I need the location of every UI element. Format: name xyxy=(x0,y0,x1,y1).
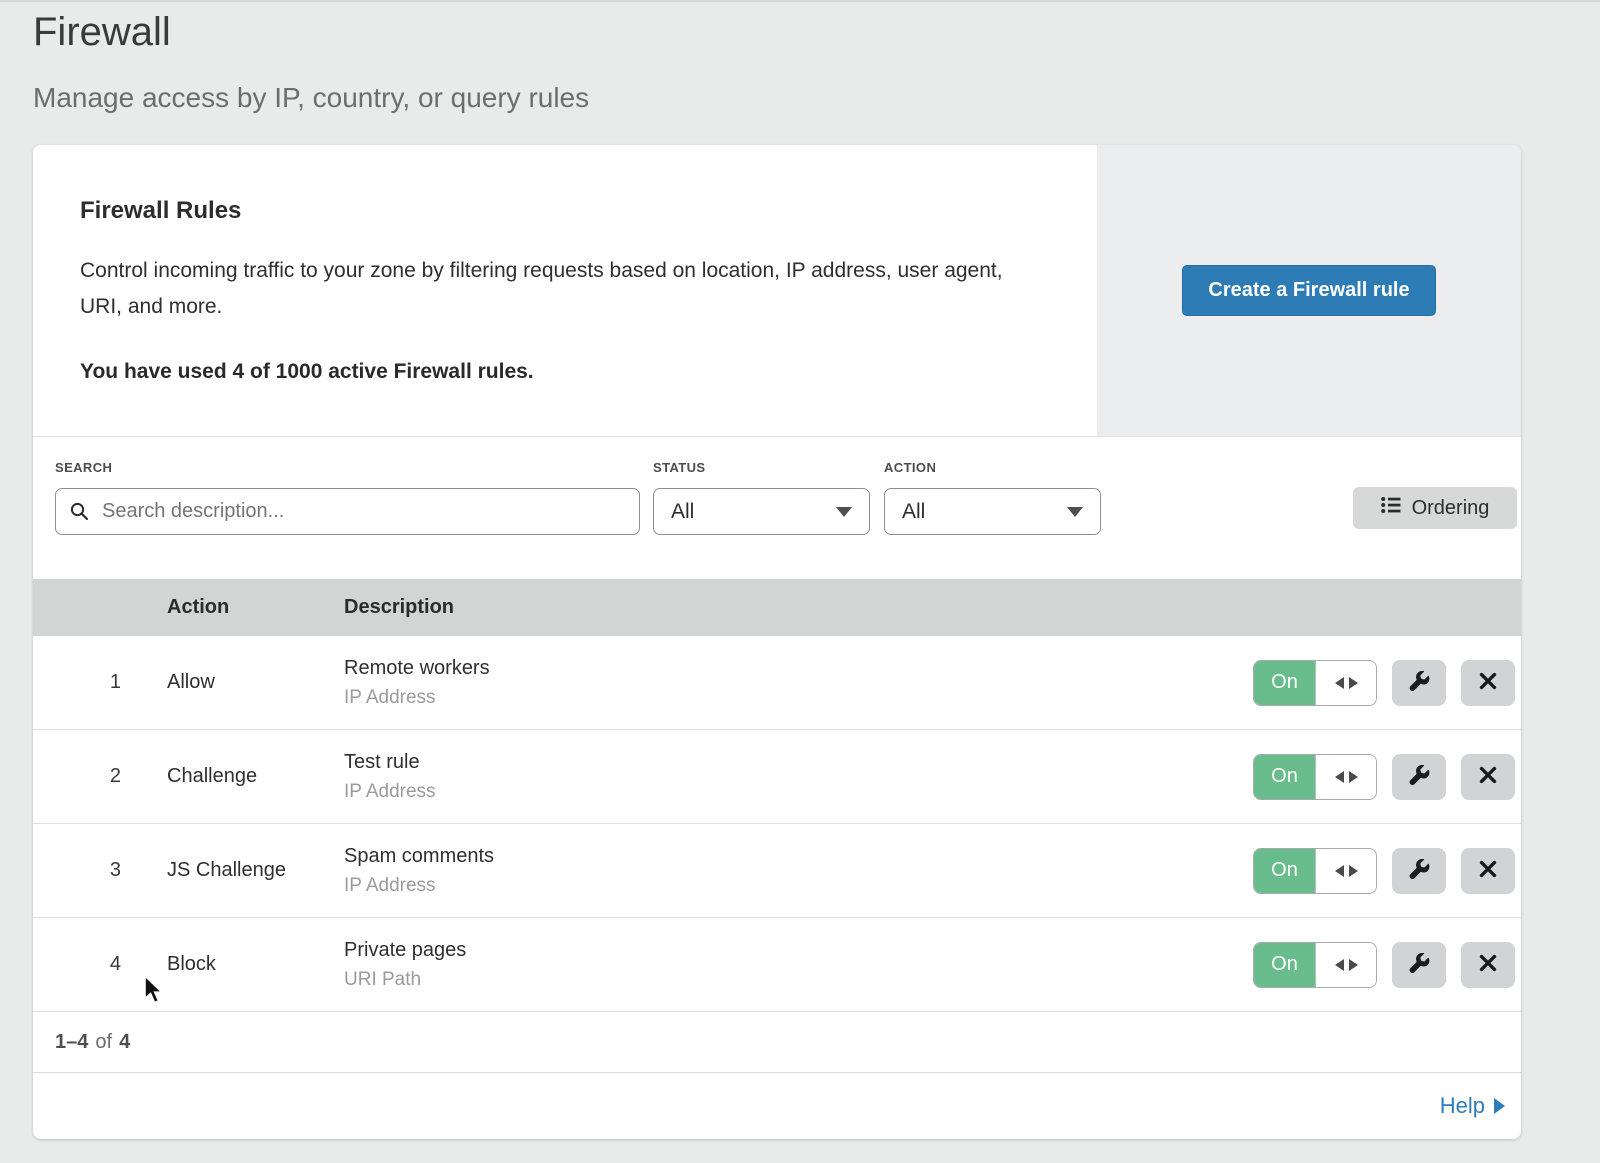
rule-match-type: IP Address xyxy=(344,875,1253,897)
wrench-icon xyxy=(1409,953,1430,977)
left-right-arrows-icon xyxy=(1315,661,1376,705)
toggle-on-label: On xyxy=(1254,755,1315,799)
status-label: STATUS xyxy=(653,460,870,475)
rule-description: Spam comments xyxy=(344,845,1253,868)
rule-description-cell: Private pages URI Path xyxy=(344,939,1253,991)
delete-rule-button[interactable] xyxy=(1461,942,1515,988)
edit-rule-button[interactable] xyxy=(1392,942,1446,988)
rule-controls: On xyxy=(1253,660,1521,706)
delete-rule-button[interactable] xyxy=(1461,754,1515,800)
section-heading: Firewall Rules xyxy=(80,197,1027,225)
firewall-rules-intro: Firewall Rules Control incoming traffic … xyxy=(33,145,1097,436)
rule-description-cell: Test rule IP Address xyxy=(344,751,1253,803)
status-filter-group: STATUS All xyxy=(653,460,870,535)
left-right-arrows-icon xyxy=(1315,943,1376,987)
delete-rule-button[interactable] xyxy=(1461,848,1515,894)
toggle-on-label: On xyxy=(1254,661,1315,705)
pagination: 1–4 of 4 xyxy=(33,1012,1521,1073)
search-label: SEARCH xyxy=(55,460,640,475)
action-selected-value: All xyxy=(902,500,925,524)
column-header-description: Description xyxy=(344,596,454,619)
rule-enabled-toggle[interactable]: On xyxy=(1253,754,1377,800)
edit-rule-button[interactable] xyxy=(1392,848,1446,894)
rule-priority: 3 xyxy=(33,859,121,882)
status-select[interactable]: All xyxy=(653,488,870,535)
x-icon xyxy=(1479,860,1497,881)
x-icon xyxy=(1479,954,1497,975)
rule-enabled-toggle[interactable]: On xyxy=(1253,660,1377,706)
help-link[interactable]: Help xyxy=(1440,1093,1505,1119)
ordered-list-icon xyxy=(1381,496,1401,520)
page-subtitle: Manage access by IP, country, or query r… xyxy=(33,82,589,114)
column-header-action: Action xyxy=(167,596,344,619)
rule-priority: 1 xyxy=(33,671,121,694)
section-description: Control incoming traffic to your zone by… xyxy=(80,253,1027,325)
page-title: Firewall xyxy=(33,10,171,55)
help-link-label: Help xyxy=(1440,1093,1485,1119)
rule-action: Block xyxy=(167,953,344,976)
toggle-on-label: On xyxy=(1254,849,1315,893)
chevron-down-icon xyxy=(1067,507,1083,517)
pagination-of: of xyxy=(95,1031,112,1054)
table-row: 3 JS Challenge Spam comments IP Address … xyxy=(33,824,1521,918)
search-group: SEARCH xyxy=(55,460,640,535)
rule-action: Challenge xyxy=(167,765,344,788)
action-filter-group: ACTION All xyxy=(884,460,1101,535)
table-header: Action Description xyxy=(33,579,1521,636)
rule-priority: 2 xyxy=(33,765,121,788)
rule-enabled-toggle[interactable]: On xyxy=(1253,942,1377,988)
wrench-icon xyxy=(1409,859,1430,883)
toggle-on-label: On xyxy=(1254,943,1315,987)
table-row: 2 Challenge Test rule IP Address On xyxy=(33,730,1521,824)
rule-match-type: URI Path xyxy=(344,969,1253,991)
rule-controls: On xyxy=(1253,754,1521,800)
create-firewall-rule-button[interactable]: Create a Firewall rule xyxy=(1182,265,1435,316)
pagination-total: 4 xyxy=(119,1031,130,1054)
table-row: 4 Block Private pages URI Path On xyxy=(33,918,1521,1012)
edit-rule-button[interactable] xyxy=(1392,754,1446,800)
usage-summary: You have used 4 of 1000 active Firewall … xyxy=(80,360,1027,384)
card-top-section: Firewall Rules Control incoming traffic … xyxy=(33,145,1521,437)
rule-description-cell: Spam comments IP Address xyxy=(344,845,1253,897)
rule-enabled-toggle[interactable]: On xyxy=(1253,848,1377,894)
search-input[interactable] xyxy=(55,488,640,535)
edit-rule-button[interactable] xyxy=(1392,660,1446,706)
right-triangle-icon xyxy=(1494,1098,1505,1114)
rule-description: Remote workers xyxy=(344,657,1253,680)
rule-priority: 4 xyxy=(33,953,121,976)
action-label: ACTION xyxy=(884,460,1101,475)
rule-action: JS Challenge xyxy=(167,859,344,882)
left-right-arrows-icon xyxy=(1315,755,1376,799)
rule-description-cell: Remote workers IP Address xyxy=(344,657,1253,709)
table-row: 1 Allow Remote workers IP Address On xyxy=(33,636,1521,730)
filters-bar: SEARCH STATUS All ACTION All xyxy=(33,437,1521,579)
card-footer: Help xyxy=(33,1073,1521,1139)
status-selected-value: All xyxy=(671,500,694,524)
rule-controls: On xyxy=(1253,848,1521,894)
left-right-arrows-icon xyxy=(1315,849,1376,893)
rule-action: Allow xyxy=(167,671,344,694)
ordering-button-label: Ordering xyxy=(1412,497,1490,520)
wrench-icon xyxy=(1409,765,1430,789)
ordering-button[interactable]: Ordering xyxy=(1353,487,1517,529)
x-icon xyxy=(1479,672,1497,693)
wrench-icon xyxy=(1409,671,1430,695)
create-rule-aside: Create a Firewall rule xyxy=(1097,145,1521,436)
rule-description: Test rule xyxy=(344,751,1253,774)
chevron-down-icon xyxy=(836,507,852,517)
firewall-rules-card: Firewall Rules Control incoming traffic … xyxy=(33,145,1521,1139)
action-select[interactable]: All xyxy=(884,488,1101,535)
rule-match-type: IP Address xyxy=(344,781,1253,803)
pagination-range: 1–4 xyxy=(55,1031,88,1054)
x-icon xyxy=(1479,766,1497,787)
rule-controls: On xyxy=(1253,942,1521,988)
search-icon xyxy=(70,502,89,526)
delete-rule-button[interactable] xyxy=(1461,660,1515,706)
rule-description: Private pages xyxy=(344,939,1253,962)
rule-match-type: IP Address xyxy=(344,687,1253,709)
